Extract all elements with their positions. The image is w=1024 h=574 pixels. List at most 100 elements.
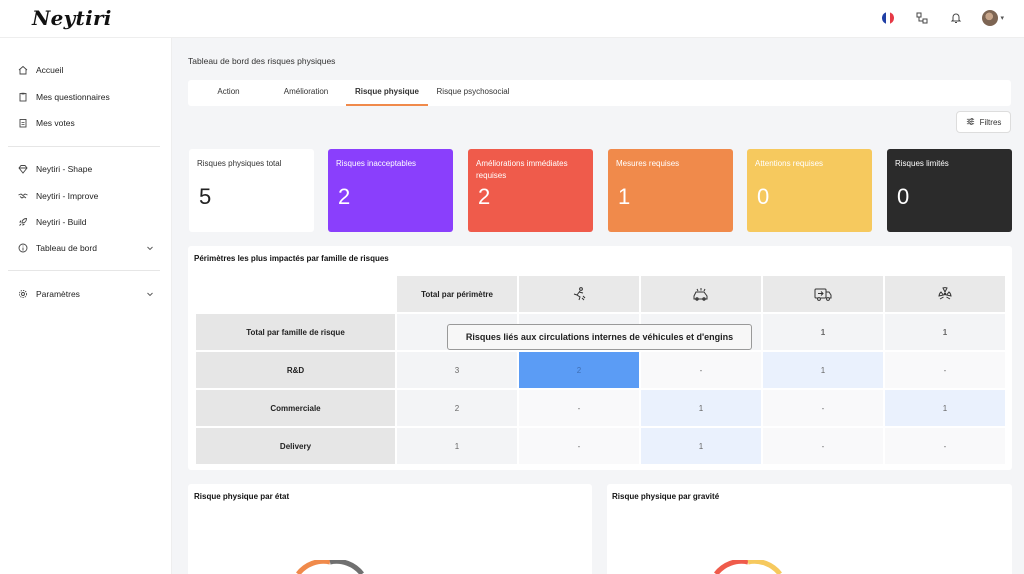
sidebar-item-label: Accueil	[36, 65, 64, 75]
sidebar-item-shape[interactable]: Neytiri - Shape	[18, 161, 158, 177]
chevron-down-icon	[146, 244, 154, 254]
falling-person-icon	[573, 287, 586, 301]
tab-risque-physique[interactable]: Risque physique	[346, 80, 428, 106]
vehicle-collision-icon	[693, 288, 708, 301]
col-header-vehicle[interactable]	[641, 276, 761, 312]
table-cell[interactable]: -	[519, 390, 639, 426]
col-header-truck[interactable]	[763, 276, 883, 312]
chart-gravity-title: Risque physique par gravité	[612, 492, 720, 501]
sidebar-item-label: Mes votes	[36, 118, 75, 128]
impact-table-title: Périmètres les plus impactés par famille…	[194, 254, 389, 263]
breadcrumb: Tableau de bord des risques physiques	[188, 56, 336, 66]
table-cell[interactable]: -	[641, 352, 761, 388]
flag-shape	[882, 12, 895, 24]
kpi-value: 0	[757, 184, 770, 209]
bell-glyph	[951, 13, 962, 23]
sidebar-item-label: Mes questionnaires	[36, 92, 110, 102]
sidebar-item-label: Neytiri - Build	[36, 217, 87, 227]
kpi-value: 2	[338, 184, 351, 209]
sidebar-item-votes[interactable]: Mes votes	[18, 115, 158, 131]
table-cell[interactable]: 2	[397, 390, 517, 426]
kpi-label: Améliorations immédiates requises	[476, 159, 568, 180]
kpi-card-mesures: Mesures requises 1	[608, 149, 733, 232]
sidebar-item-parametres[interactable]: Paramètres	[18, 286, 158, 302]
table-cell[interactable]: -	[519, 428, 639, 464]
sidebar-divider	[8, 270, 160, 271]
chart-state-title: Risque physique par état	[194, 492, 290, 501]
kpi-card-limites: Risques limités 0	[887, 149, 1012, 232]
kpi-card-attentions: Attentions requises 0	[747, 149, 872, 232]
donut-chart-gravity	[714, 560, 782, 574]
row-header-total-famille: Total par famille de risque	[196, 314, 395, 350]
table-cell[interactable]: -	[885, 428, 1005, 464]
sidebar-item-improve[interactable]: Neytiri - Improve	[18, 188, 158, 204]
tab-action[interactable]: Action	[206, 80, 251, 106]
truck-icon	[814, 288, 832, 301]
sidebar: Accueil Mes questionnaires Mes votes Ney…	[0, 38, 172, 574]
table-cell[interactable]: 3	[397, 352, 517, 388]
sidebar-item-build[interactable]: Neytiri - Build	[18, 214, 158, 230]
kpi-value: 5	[199, 184, 212, 209]
kpi-value: 0	[897, 184, 910, 209]
sidebar-item-accueil[interactable]: Accueil	[18, 62, 158, 78]
flag-red-stripe	[890, 12, 895, 24]
kpi-label: Risques physiques total	[197, 159, 282, 168]
app-logo[interactable]: Neytiri	[32, 6, 112, 30]
donut-chart-state	[296, 560, 364, 574]
avatar[interactable]	[982, 10, 999, 26]
kpi-label: Risques inacceptables	[336, 159, 417, 168]
col-header-falling[interactable]	[519, 276, 639, 312]
sidebar-divider	[8, 146, 160, 147]
sidebar-item-questionnaires[interactable]: Mes questionnaires	[18, 89, 158, 105]
gem-icon	[18, 164, 28, 174]
col-header-total: Total par périmètre	[397, 276, 517, 312]
tab-amelioration[interactable]: Amélioration	[278, 80, 334, 106]
network-glyph	[916, 12, 928, 24]
row-header-rd: R&D	[196, 352, 395, 388]
home-icon	[18, 65, 28, 75]
tab-bar: Action Amélioration Risque physique Risq…	[188, 80, 1011, 106]
sidebar-item-label: Neytiri - Improve	[36, 191, 99, 201]
kpi-value: 2	[478, 184, 491, 209]
table-cell[interactable]: 1	[397, 428, 517, 464]
sidebar-item-tableau-de-bord[interactable]: Tableau de bord	[18, 240, 158, 256]
filters-button[interactable]: Filtres	[956, 111, 1011, 133]
sidebar-item-label: Paramètres	[36, 289, 80, 299]
top-actions: ▾	[880, 10, 1004, 26]
bell-icon[interactable]	[948, 10, 964, 26]
sidebar-item-label: Neytiri - Shape	[36, 164, 93, 174]
kpi-value: 1	[618, 184, 631, 209]
table-cell[interactable]: 1	[885, 390, 1005, 426]
network-icon[interactable]	[914, 10, 930, 26]
clipboard-icon	[18, 92, 28, 102]
chevron-down-icon: ▾	[1000, 15, 1004, 22]
rocket-icon	[18, 217, 28, 227]
col-header-radiation[interactable]	[885, 276, 1005, 312]
table-cell[interactable]: 1	[763, 352, 883, 388]
chevron-down-icon	[146, 290, 154, 300]
gear-icon	[18, 289, 28, 299]
sliders-icon	[966, 117, 975, 128]
table-cell[interactable]: -	[885, 352, 1005, 388]
kpi-label: Mesures requises	[616, 159, 680, 168]
table-cell[interactable]: 1	[641, 390, 761, 426]
handshake-icon	[18, 191, 28, 201]
table-cell: 1	[885, 314, 1005, 350]
sidebar-item-label: Tableau de bord	[36, 243, 97, 253]
table-cell: 1	[763, 314, 883, 350]
row-header-commerciale: Commerciale	[196, 390, 395, 426]
kpi-label: Risques limités	[895, 159, 949, 168]
tab-risque-psychosocial[interactable]: Risque psychosocial	[434, 80, 512, 106]
table-cell[interactable]: -	[763, 428, 883, 464]
row-header-delivery: Delivery	[196, 428, 395, 464]
top-bar: Neytiri ▾	[0, 0, 1024, 38]
info-icon	[18, 243, 28, 253]
table-cell[interactable]: -	[763, 390, 883, 426]
table-cell-highlighted[interactable]: 2	[519, 352, 639, 388]
ballot-icon	[18, 118, 28, 128]
kpi-label: Attentions requises	[755, 159, 824, 168]
france-flag-icon[interactable]	[880, 10, 896, 26]
user-menu[interactable]: ▾	[982, 10, 1004, 26]
kpi-card-ameliorations: Améliorations immédiates requises 2	[468, 149, 593, 232]
table-cell[interactable]: 1	[641, 428, 761, 464]
